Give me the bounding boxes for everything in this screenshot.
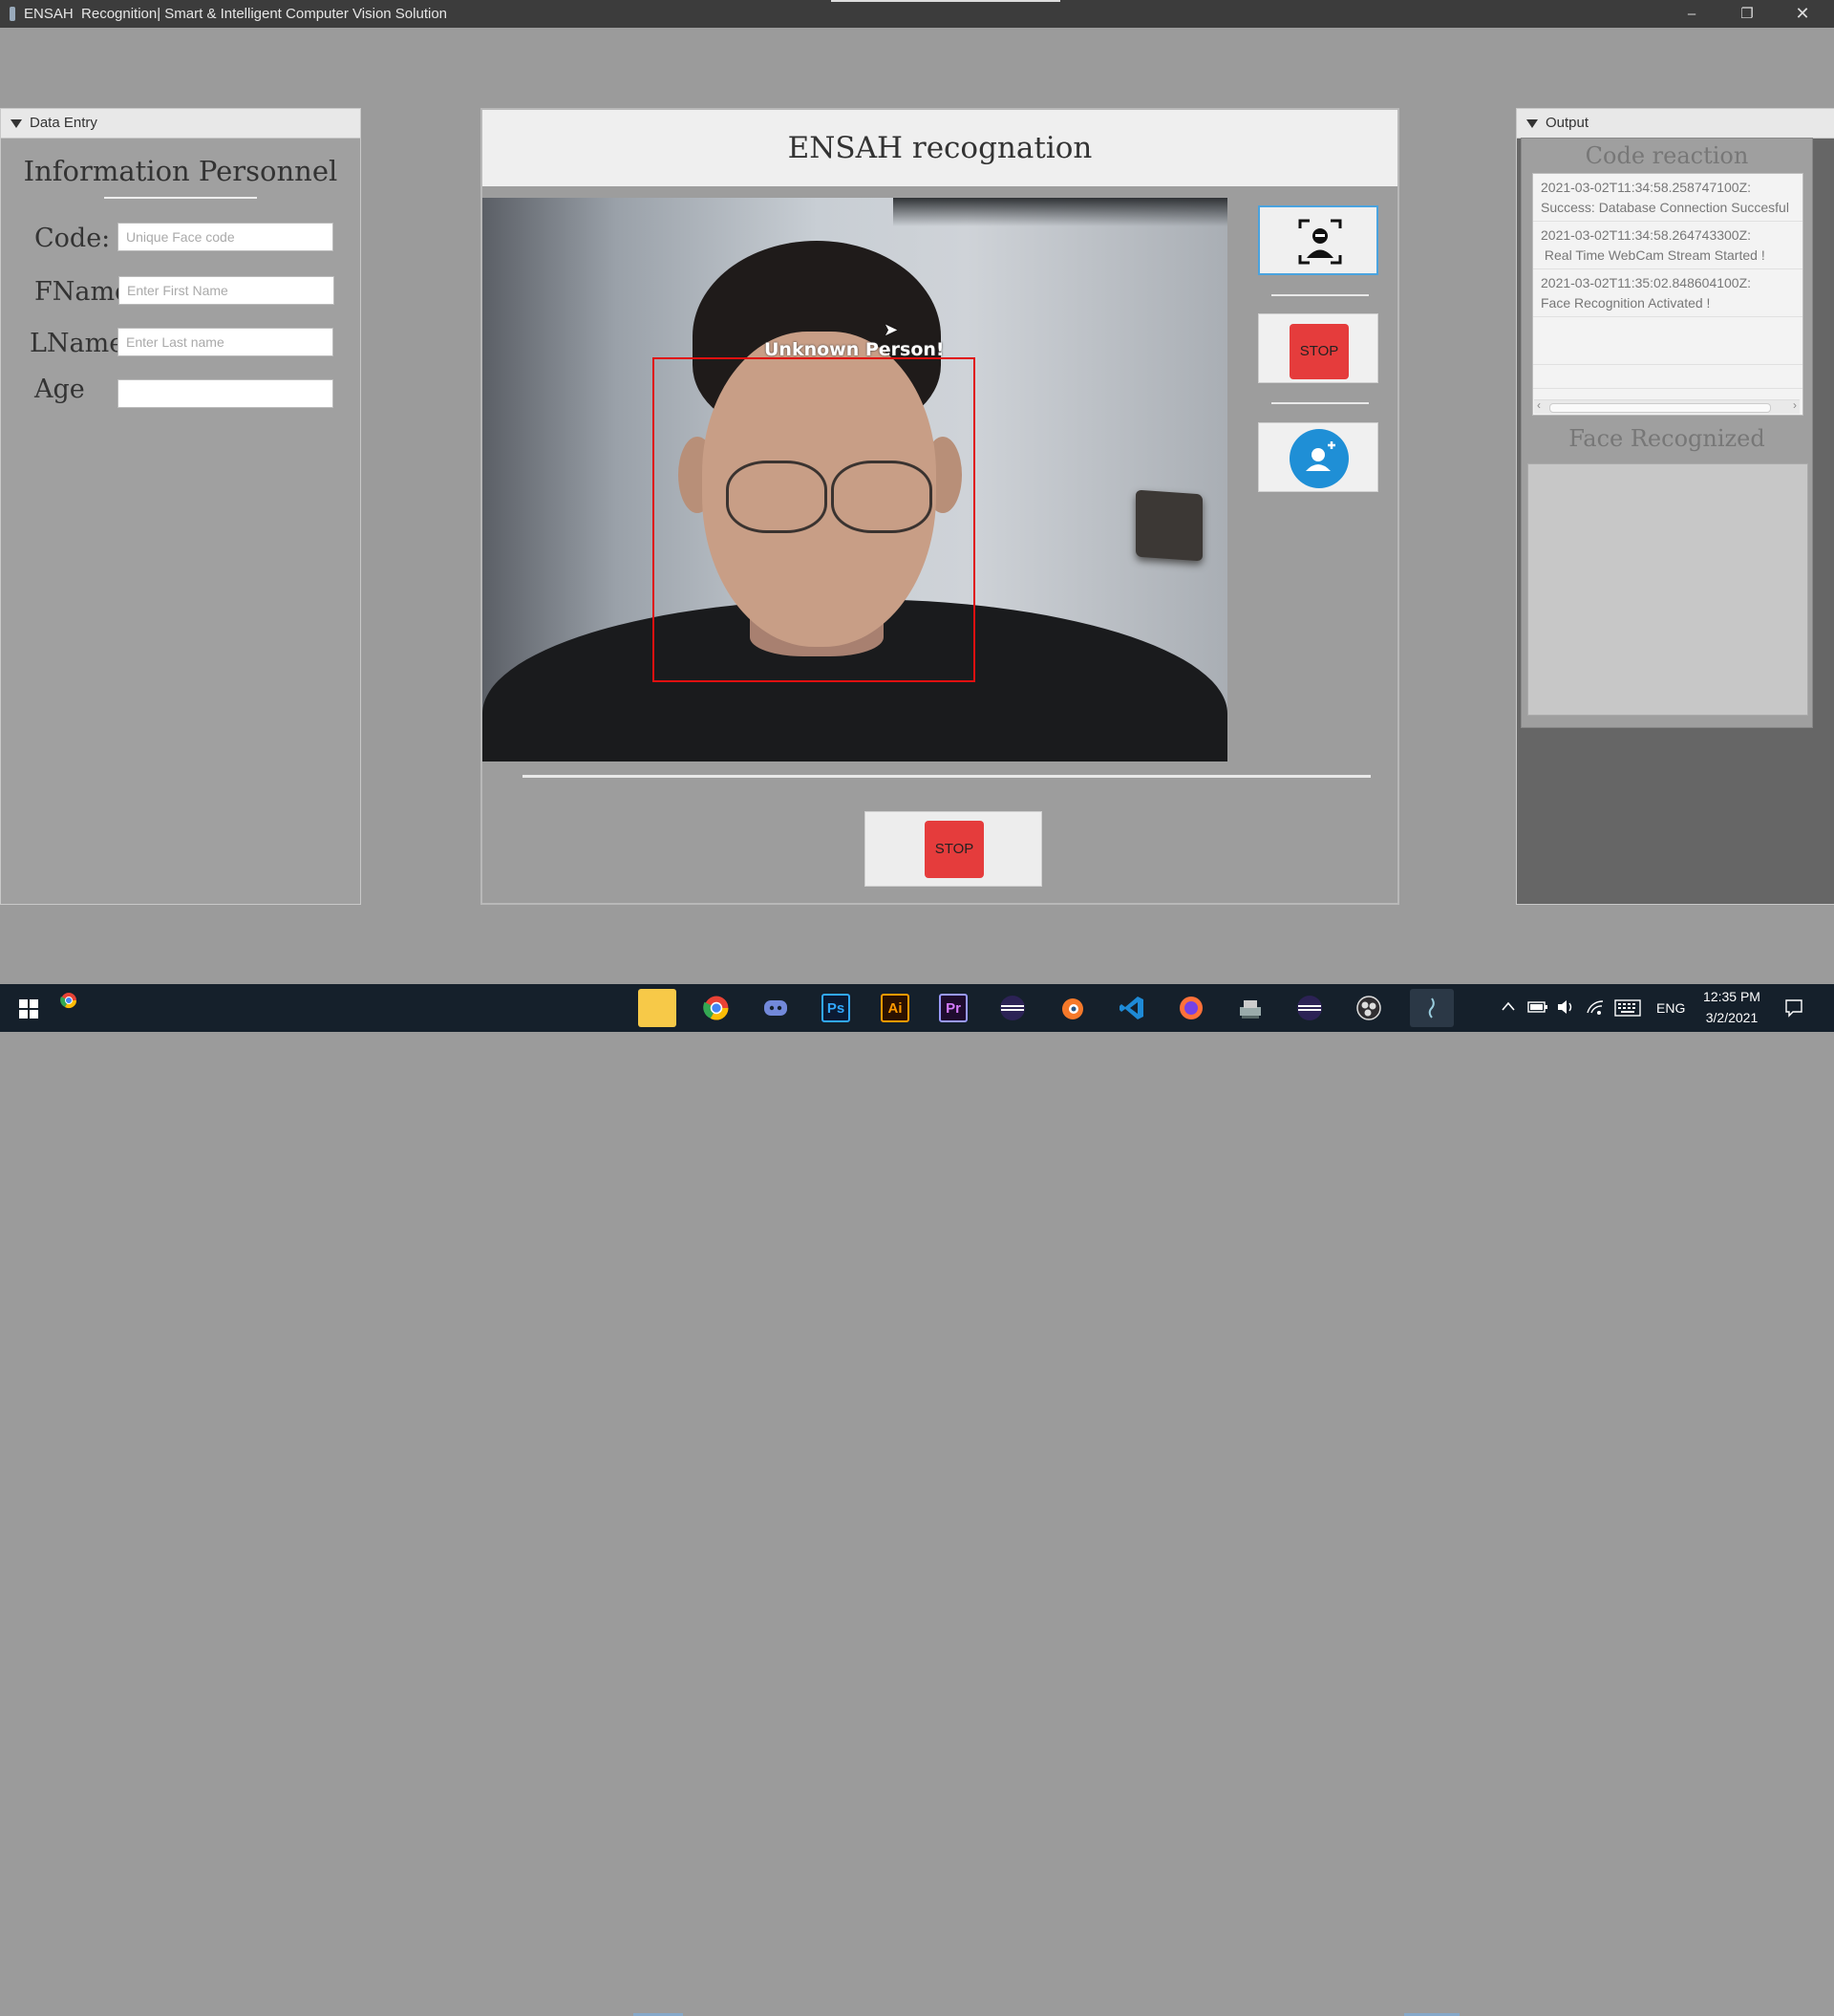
output-panel: Output Code reaction 2021-03-02T11:34:58… (1516, 108, 1834, 905)
face-detection-box (652, 357, 975, 682)
fname-label: FName (34, 277, 131, 307)
log-time: 2021-03-02T11:34:58.258747100Z: (1541, 180, 1752, 195)
obs-icon[interactable] (1350, 989, 1388, 1027)
main-stop-button[interactable]: STOP (864, 811, 1042, 887)
log-entry-empty (1533, 317, 1802, 365)
side-separator (1271, 402, 1369, 404)
face-scan-icon (1298, 219, 1342, 265)
main-stop-label: STOP (925, 821, 984, 878)
mouse-cursor-icon: ➤ (884, 320, 899, 339)
data-entry-header-label: Data Entry (30, 115, 97, 131)
java-app-icon[interactable] (1410, 989, 1454, 1027)
lname-input[interactable] (117, 328, 333, 356)
code-label: Code: (34, 224, 111, 253)
volume-icon[interactable] (1556, 997, 1575, 1017)
information-personnel-title: Information Personnel (23, 155, 338, 187)
firefox-icon[interactable] (1172, 989, 1210, 1027)
log-time: 2021-03-02T11:34:58.264743300Z: (1541, 227, 1752, 243)
tray-chevron-up-icon[interactable] (1501, 1000, 1516, 1012)
fname-input[interactable] (118, 276, 334, 305)
wall-shadow (893, 198, 1227, 226)
close-button[interactable]: ✕ (1775, 0, 1830, 28)
log-message: Face Recognition Activated ! (1541, 295, 1711, 311)
wall-switch (1136, 489, 1203, 562)
output-header[interactable]: Output (1517, 109, 1834, 139)
bottom-separator (522, 775, 1371, 778)
add-person-button[interactable] (1258, 422, 1378, 492)
log-entry: 2021-03-02T11:34:58.264743300Z: Real Tim… (1533, 222, 1802, 269)
keyboard-icon[interactable] (1614, 999, 1641, 1017)
face-scan-button[interactable] (1258, 205, 1378, 275)
output-header-label: Output (1546, 115, 1589, 131)
clock-date[interactable]: 3/2/2021 (1702, 1010, 1761, 1058)
taskbar: Ps Ai Pr ENG 12:35 PM 3/2/2021 (0, 984, 1834, 2016)
lname-label: LName (30, 329, 125, 358)
illustrator-icon[interactable]: Ai (881, 994, 909, 1022)
side-stop-button[interactable]: STOP (1258, 313, 1378, 383)
add-user-icon (1290, 429, 1349, 488)
photoshop-icon[interactable]: Ps (821, 994, 850, 1022)
scrollbar-thumb[interactable] (1549, 403, 1771, 413)
blender-icon[interactable] (1054, 989, 1092, 1027)
log-horizontal-scrollbar[interactable]: ‹ › (1534, 398, 1800, 414)
app-icon (10, 7, 15, 21)
face-recognized-image (1527, 463, 1808, 716)
face-recognized-title: Face Recognized (1568, 425, 1765, 452)
data-entry-panel: Data Entry Information Personnel Code: F… (0, 108, 361, 905)
side-stop-label: STOP (1290, 324, 1349, 379)
recognition-title: ENSAH recognation (787, 131, 1093, 165)
eclipse-icon[interactable] (993, 989, 1032, 1027)
language-indicator[interactable]: ENG (1656, 1000, 1685, 1048)
battery-icon[interactable] (1527, 1000, 1548, 1014)
premiere-pro-icon[interactable]: Pr (939, 994, 968, 1022)
windows-start-icon[interactable] (19, 999, 38, 1019)
output-content: Code reaction 2021-03-02T11:34:58.258747… (1521, 138, 1813, 728)
title-progress-indicator (831, 0, 1060, 2)
side-separator (1271, 294, 1369, 296)
minimize-button[interactable]: – (1664, 0, 1719, 28)
chrome-icon[interactable] (697, 989, 736, 1027)
chrome-notification-icon[interactable] (60, 992, 77, 1009)
log-entry-empty (1533, 365, 1802, 389)
title-bar: ENSAH Recognition| Smart & Intelligent C… (0, 0, 1834, 28)
vscode-icon[interactable] (1113, 989, 1151, 1027)
collapse-triangle-icon[interactable] (1526, 118, 1538, 128)
log-entry: 2021-03-02T11:35:02.848604100Z: Face Rec… (1533, 269, 1802, 317)
detection-label: Unknown Person! (764, 339, 945, 360)
notification-icon[interactable] (1784, 998, 1803, 1018)
eclipse-2-icon[interactable] (1290, 989, 1329, 1027)
log-entry: 2021-03-02T11:34:58.258747100Z: Success:… (1533, 174, 1802, 222)
log-time: 2021-03-02T11:35:02.848604100Z: (1541, 275, 1752, 290)
wifi-icon[interactable] (1586, 997, 1605, 1017)
log-message: Real Time WebCam Stream Started ! (1541, 247, 1765, 263)
webcam-feed: Unknown Person! ➤ (482, 198, 1227, 761)
log-list[interactable]: 2021-03-02T11:34:58.258747100Z: Success:… (1532, 173, 1803, 416)
scroll-left-icon[interactable]: ‹ (1537, 398, 1541, 412)
restore-button[interactable]: ❐ (1719, 0, 1775, 28)
age-label: Age (34, 375, 85, 404)
scroll-right-icon[interactable]: › (1793, 398, 1797, 412)
recognition-header: ENSAH recognation (482, 110, 1397, 186)
code-input[interactable] (117, 223, 333, 251)
app-utility-icon[interactable] (1231, 989, 1269, 1027)
recognition-panel: ENSAH recognation Unknown Person! ➤ STOP (480, 108, 1399, 905)
log-message: Success: Database Connection Succesful (1541, 200, 1789, 215)
window-title: ENSAH Recognition| Smart & Intelligent C… (24, 6, 448, 22)
discord-icon[interactable] (757, 989, 795, 1027)
title-underline (104, 197, 257, 199)
age-input[interactable] (117, 379, 333, 408)
collapse-triangle-icon[interactable] (11, 118, 22, 128)
code-reaction-title: Code reaction (1585, 142, 1749, 169)
data-entry-header[interactable]: Data Entry (1, 109, 360, 139)
file-explorer-icon[interactable] (638, 989, 676, 1027)
